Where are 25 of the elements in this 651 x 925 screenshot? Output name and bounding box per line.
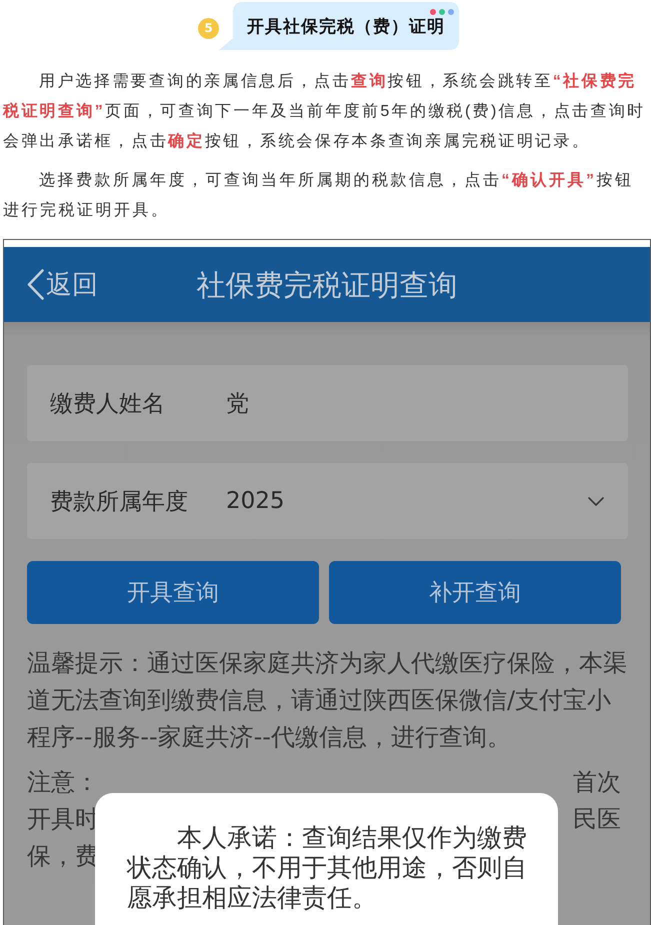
decor-dot-icon [430, 9, 436, 15]
input-field[interactable]: 缴费人姓名 党 [27, 365, 628, 441]
field-label: 费款所属年度 [50, 488, 189, 516]
body-paragraph: 选择费款所属年度，可查询当年所属期的税款信息，点击“确认开具”按钮进行完税证明开具。 [2, 170, 634, 221]
hint-text: 温馨提示：通过医保家庭共济为家人代缴医疗保险，本渠道无法查询到缴费信息，请通过陕西医保微信/支付宝小程序--服务--家庭共济--代缴信息，进行查询。 [27, 648, 628, 753]
nav-title: 社保费完税证明查询 [196, 266, 458, 302]
field-value: 党 [226, 390, 250, 418]
step-badge: 5 [198, 18, 219, 39]
note-text: 首次 [573, 767, 621, 798]
chevron-left-icon [27, 269, 44, 300]
section-title: 开具社保完税（费）证明 [247, 16, 445, 38]
body-paragraph: 用户选择需要查询的亲属信息后，点击查询按钮，系统会跳转至“社保费完税证明查询”页面，可查询下一年及当前年度前5年的缴税(费)信息，点击查询时会弹出承诺框，点击确定按钮，系统会保存本条查询亲属完税证明记录。 [2, 71, 647, 152]
chevron-down-icon [588, 496, 604, 506]
note-text: 注意： [27, 767, 99, 798]
back-button[interactable]: 返回 [27, 268, 98, 300]
query-button[interactable]: 补开查询 [329, 561, 621, 624]
note-text: 开具时 [27, 804, 99, 835]
decor-dot-icon [448, 9, 454, 15]
query-button[interactable]: 开具查询 [27, 561, 319, 624]
dialog-message: 本人承诺：查询结果仅作为缴费状态确认，不用于其他用途，否则自愿承担相应法律责任。 [127, 823, 528, 913]
field-value: 2025 [226, 488, 286, 514]
field-label: 缴费人姓名 [50, 390, 166, 418]
note-text: 民医 [573, 804, 621, 835]
decor-dot-icon [439, 9, 445, 15]
select-field[interactable]: 费款所属年度 2025 [27, 463, 628, 539]
